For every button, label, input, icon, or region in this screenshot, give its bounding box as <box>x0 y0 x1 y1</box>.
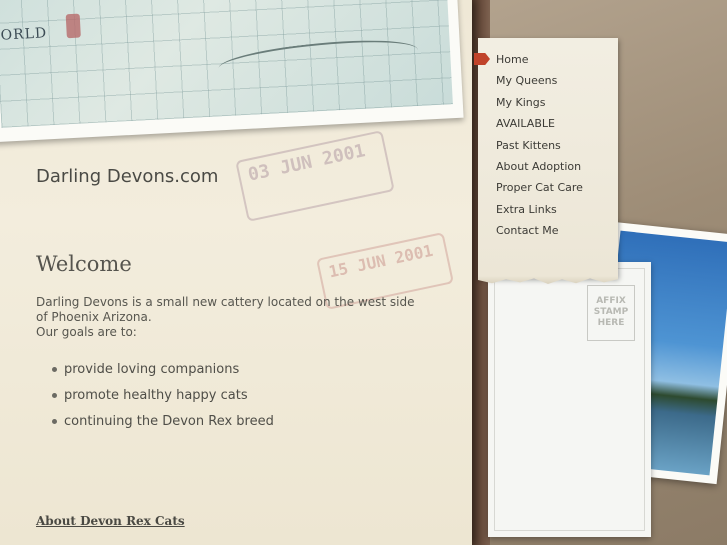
main-page: ORLD 03 JUN 2001 15 JUN 2001 Darling Dev… <box>0 0 472 545</box>
nav-item-past-kittens[interactable]: Past Kittens <box>496 138 583 159</box>
nav-item-extra-links[interactable]: Extra Links <box>496 202 583 223</box>
stamp-placeholder: AFFIX STAMP HERE <box>587 285 635 341</box>
map-photo: ORLD <box>0 0 464 143</box>
site-title: Darling Devons.com <box>36 166 219 187</box>
nav-item-my-kings[interactable]: My Kings <box>496 95 583 116</box>
postcard: AFFIX STAMP HERE <box>488 262 651 537</box>
map-region-marker <box>65 13 81 39</box>
about-devon-rex-link[interactable]: About Devon Rex Cats <box>36 514 185 528</box>
goals-list: provide loving companions promote health… <box>52 362 274 440</box>
map-label: ORLD <box>0 25 48 44</box>
map-coastline <box>217 31 420 88</box>
list-item: continuing the Devon Rex breed <box>52 414 274 440</box>
nav-item-my-queens[interactable]: My Queens <box>496 73 583 94</box>
list-item: provide loving companions <box>52 362 274 388</box>
nav-item-home[interactable]: Home <box>496 52 583 73</box>
bullet-icon <box>52 419 57 424</box>
intro-text: Darling Devons is a small new cattery lo… <box>36 295 426 340</box>
passport-stamp: 03 JUN 2001 <box>235 130 395 222</box>
list-item: promote healthy happy cats <box>52 388 274 414</box>
main-navigation: Home My Queens My Kings AVAILABLE Past K… <box>474 38 618 278</box>
bullet-icon <box>52 367 57 372</box>
nav-item-about-adoption[interactable]: About Adoption <box>496 159 583 180</box>
intro-line: Darling Devons is a small new cattery lo… <box>36 295 415 324</box>
bullet-icon <box>52 393 57 398</box>
active-arrow-icon <box>474 53 490 65</box>
nav-item-contact-me[interactable]: Contact Me <box>496 223 583 244</box>
nav-item-proper-cat-care[interactable]: Proper Cat Care <box>496 180 583 201</box>
intro-line: Our goals are to: <box>36 325 137 339</box>
page-heading: Welcome <box>36 252 132 276</box>
nav-item-available[interactable]: AVAILABLE <box>496 116 583 137</box>
